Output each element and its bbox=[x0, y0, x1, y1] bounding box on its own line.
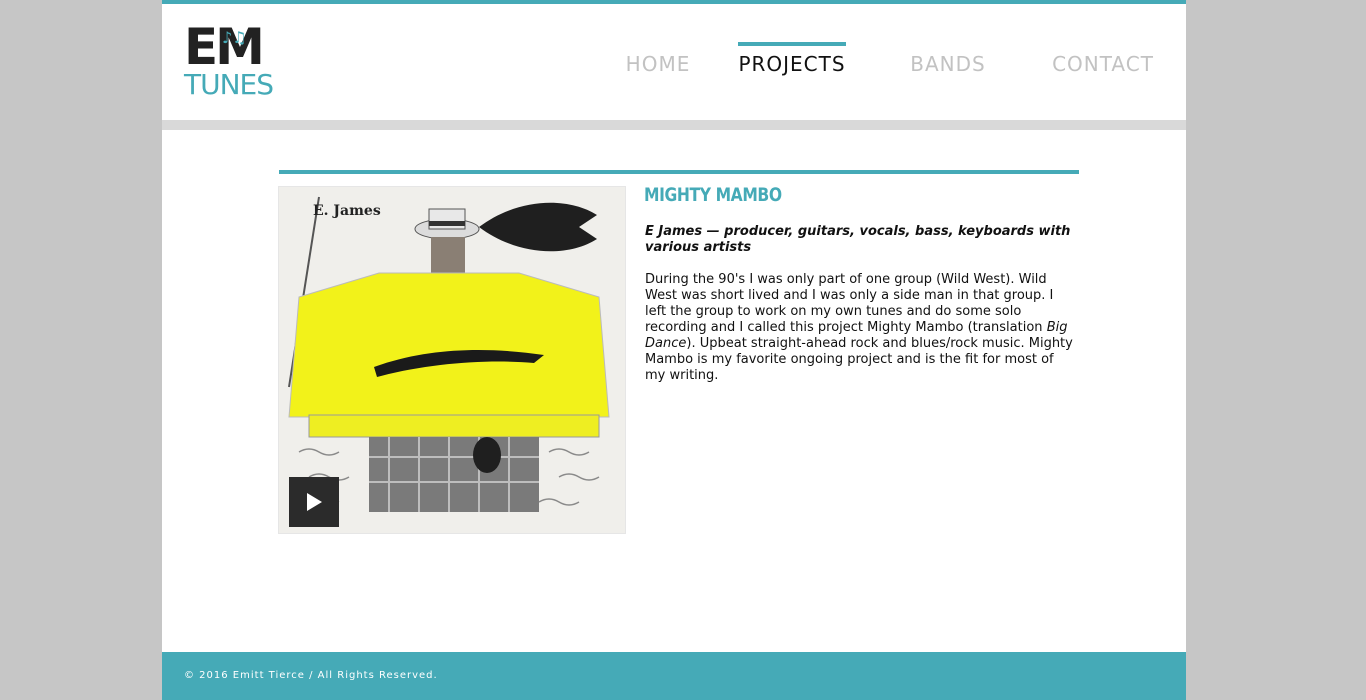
cover-artist-text: E. James bbox=[313, 203, 381, 219]
play-icon bbox=[307, 493, 322, 511]
album-cover[interactable]: E. James bbox=[278, 186, 626, 534]
header-divider bbox=[162, 120, 1186, 130]
page: EM ♪♫ TUNES HOME PROJECTS BANDS CONTACT bbox=[162, 0, 1186, 700]
project-credits: E James — producer, guitars, vocals, bas… bbox=[645, 224, 1071, 255]
main-content: E. James MIGHTY MAMBO E James — producer… bbox=[162, 130, 1186, 652]
nav-home[interactable]: HOME bbox=[602, 42, 714, 82]
section-divider bbox=[279, 170, 1079, 174]
nav-projects[interactable]: PROJECTS bbox=[738, 42, 846, 82]
site-header: EM ♪♫ TUNES HOME PROJECTS BANDS CONTACT bbox=[162, 0, 1186, 120]
description-text: During the 90's I was only part of one g… bbox=[645, 272, 1054, 335]
project-description: During the 90's I was only part of one g… bbox=[645, 272, 1077, 384]
copyright-text: © 2016 Emitt Tierce / All Rights Reserve… bbox=[184, 670, 438, 681]
nav-bands[interactable]: BANDS bbox=[892, 42, 1004, 82]
project-title: MIGHTY MAMBO bbox=[644, 184, 782, 206]
site-footer: © 2016 Emitt Tierce / All Rights Reserve… bbox=[162, 652, 1186, 700]
description-text-end: ). Upbeat straight-ahead rock and blues/… bbox=[645, 336, 1073, 383]
play-button[interactable] bbox=[289, 477, 339, 527]
main-nav: HOME PROJECTS BANDS CONTACT bbox=[162, 42, 1186, 82]
nav-contact[interactable]: CONTACT bbox=[1038, 42, 1168, 82]
